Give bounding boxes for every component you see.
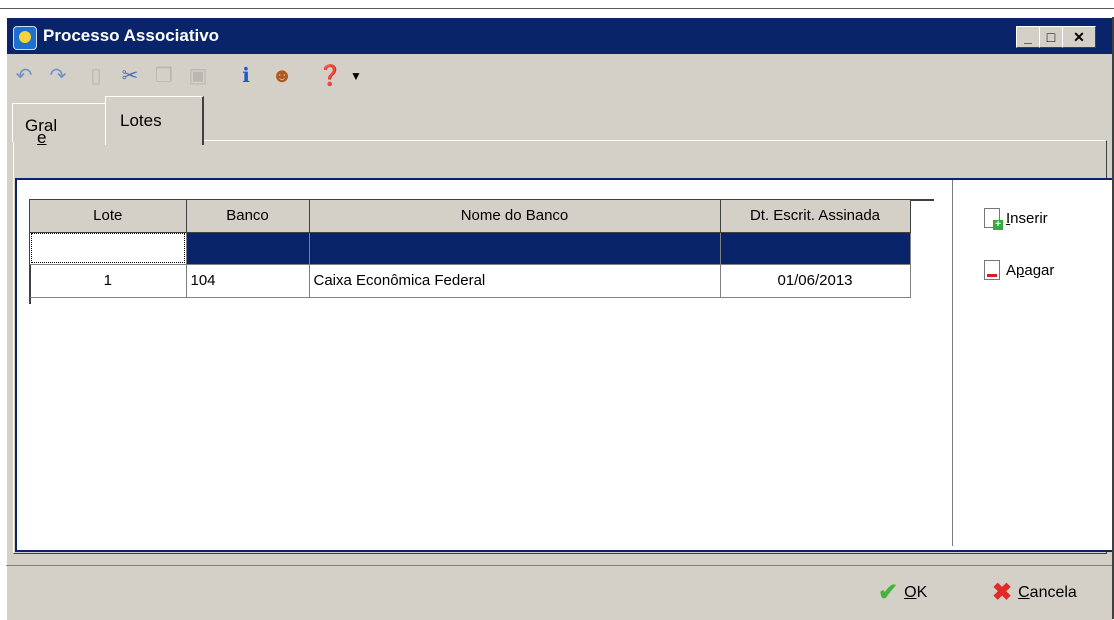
column-header-lote[interactable]: Lote [30, 200, 187, 233]
footer-separator [6, 565, 1112, 566]
cell-nome-banco[interactable]: Caixa Econômica Federal [309, 264, 721, 298]
tab-lotes[interactable]: Lotes [105, 96, 204, 145]
dropdown-arrow-icon[interactable]: ▼ [343, 63, 369, 89]
app-icon [13, 26, 37, 50]
table-row[interactable]: 1 104 Caixa Econômica Federal 01/06/2013 [30, 264, 911, 298]
sidebar-separator [952, 180, 953, 546]
tab-geral[interactable]: Ge ral [12, 103, 106, 147]
apagar-button[interactable]: Apagar [984, 260, 1054, 280]
inserir-button[interactable]: + Inserir [984, 208, 1048, 230]
cancela-button[interactable]: ✖ Cancela [992, 578, 1077, 607]
cell-dt-escrit[interactable] [720, 232, 911, 265]
top-edge [0, 0, 1114, 9]
cell-dt-escrit[interactable]: 01/06/2013 [720, 264, 911, 298]
copy-icon[interactable]: ❐ [151, 63, 177, 89]
checkmark-icon: ✔ [878, 579, 899, 606]
new-document-icon[interactable]: ▯ [83, 63, 109, 89]
window-title: Processo Associativo [43, 26, 220, 45]
maximize-button[interactable]: □ [1039, 26, 1063, 48]
table-row[interactable] [30, 232, 911, 265]
paste-icon[interactable]: ▣ [185, 63, 211, 89]
info-icon[interactable]: ℹ [233, 63, 259, 89]
cut-icon[interactable]: ✂ [117, 63, 143, 89]
cell-lote[interactable] [30, 232, 187, 265]
column-header-dt-escrit[interactable]: Dt. Escrit. Assinada [720, 200, 911, 233]
cancel-x-icon: ✖ [992, 579, 1013, 606]
title-bar[interactable]: Processo Associativo _ □ ✕ [7, 18, 1113, 54]
cancela-label: Cancela [1018, 583, 1077, 601]
ok-label: OK [904, 583, 928, 601]
column-header-banco[interactable]: Banco [186, 200, 310, 233]
redo-icon[interactable]: ↷ [45, 63, 71, 89]
inserir-label: Inserir [1006, 209, 1048, 227]
column-header-nome-banco[interactable]: Nome do Banco [309, 200, 721, 233]
delete-document-icon [984, 260, 1000, 280]
apagar-label: Apagar [1006, 261, 1055, 279]
close-button[interactable]: ✕ [1062, 26, 1096, 48]
cell-banco[interactable] [186, 232, 310, 265]
help-icon[interactable]: ❓ [317, 63, 343, 89]
user-icon[interactable]: ☻ [269, 63, 295, 89]
insert-document-icon: + [984, 208, 1003, 230]
lotes-grid[interactable]: Lote Banco Nome do Banco Dt. Escrit. Ass… [30, 200, 911, 298]
toolbar: ↶ ↷ ▯ ✂ ❐ ▣ ℹ ☻ ❓ ▼ [7, 55, 1113, 99]
undo-icon[interactable]: ↶ [11, 63, 37, 89]
cell-lote[interactable]: 1 [30, 264, 187, 298]
minimize-button[interactable]: _ [1016, 26, 1040, 48]
tab-lotes-label: Lotes [120, 111, 162, 130]
ok-button[interactable]: ✔ OK [878, 578, 927, 607]
cell-nome-banco[interactable] [309, 232, 721, 265]
cell-banco[interactable]: 104 [186, 264, 310, 298]
tab-geral-label: Ge ral [25, 116, 58, 147]
